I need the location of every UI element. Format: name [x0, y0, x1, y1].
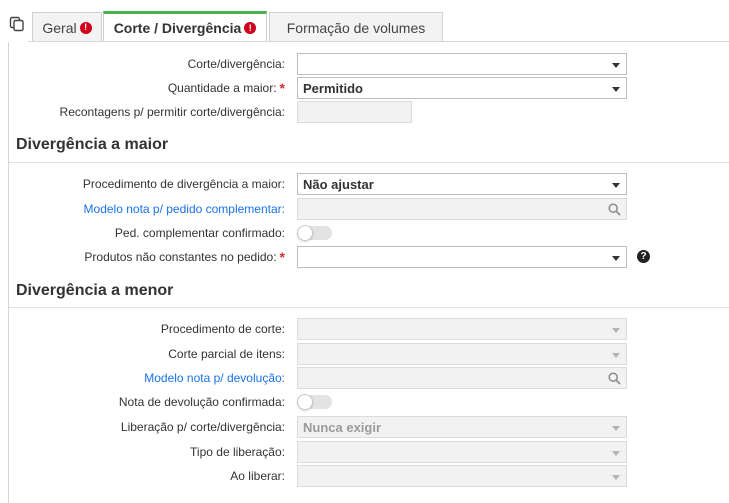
nota-devolucao-toggle[interactable] — [297, 394, 332, 410]
quantidade-maior-label: Quantidade a maior: * — [167, 80, 285, 96]
chevron-down-icon — [612, 63, 620, 68]
procedimento-divergencia-value: Não ajustar — [303, 176, 374, 192]
error-icon: ! — [79, 21, 92, 34]
produtos-nao-constantes-label: Produtos não constantes no pedido: * — [84, 249, 285, 265]
nota-devolucao-confirmada-label: Nota de devolução confirmada: — [118, 395, 285, 409]
tab-formacao-volumes[interactable]: Formação de volumes — [269, 12, 443, 42]
field-ped-complementar-confirmado: Ped. complementar confirmado: — [0, 222, 729, 244]
chevron-down-icon — [612, 475, 620, 480]
field-modelo-nota-complementar: Modelo nota p/ pedido complementar: — [0, 198, 729, 220]
ao-liberar-label: Ao liberar: — [230, 469, 285, 483]
tab-geral-label: Geral — [42, 19, 77, 36]
modelo-nota-devolucao-link[interactable]: Modelo nota p/ devolução: — [144, 367, 285, 389]
field-nota-devolucao-confirmada: Nota de devolução confirmada: — [0, 391, 729, 413]
chevron-down-icon — [612, 451, 620, 456]
recontagens-input[interactable] — [297, 101, 412, 123]
corte-divergencia-select[interactable] — [297, 53, 627, 75]
section-divider — [9, 307, 729, 308]
error-icon: ! — [244, 22, 257, 34]
tab-bar: Geral ! Corte / Divergência ! Formação d… — [0, 0, 729, 43]
liberacao-label: Liberação p/ corte/divergência: — [120, 420, 285, 434]
corte-divergencia-label: Corte/divergência: — [187, 57, 285, 71]
chevron-down-icon — [612, 87, 620, 92]
liberacao-select[interactable]: Nunca exigir — [297, 416, 627, 438]
procedimento-divergencia-select[interactable]: Não ajustar — [297, 173, 627, 195]
tab-divider — [28, 41, 729, 42]
corte-parcial-label: Corte parcial de itens: — [168, 347, 285, 361]
field-modelo-nota-devolucao: Modelo nota p/ devolução: — [0, 367, 729, 389]
modelo-nota-complementar-lookup[interactable] — [297, 198, 627, 220]
quantidade-maior-select[interactable]: Permitido — [297, 77, 627, 99]
required-marker: * — [279, 249, 285, 265]
corte-parcial-select[interactable] — [297, 343, 627, 365]
required-marker: * — [279, 80, 285, 96]
copy-icon[interactable] — [9, 16, 25, 32]
tab-corte-divergencia[interactable]: Corte / Divergência ! — [103, 11, 267, 43]
procedimento-corte-label: Procedimento de corte: — [160, 322, 285, 336]
modelo-nota-complementar-link[interactable]: Modelo nota p/ pedido complementar: — [84, 198, 285, 220]
tipo-liberacao-select[interactable] — [297, 441, 627, 463]
field-procedimento-divergencia: Procedimento de divergência a maior: Não… — [0, 173, 729, 195]
toggle-knob — [297, 225, 313, 241]
tipo-liberacao-label: Tipo de liberação: — [190, 445, 285, 459]
modelo-nota-devolucao-lookup[interactable] — [297, 367, 627, 389]
field-produtos-nao-constantes: Produtos não constantes no pedido: * ? — [0, 246, 729, 268]
recontagens-label: Recontagens p/ permitir corte/divergênci… — [59, 105, 285, 119]
section-title-divergencia-menor: Divergência a menor — [16, 282, 174, 299]
search-icon[interactable] — [608, 372, 621, 385]
liberacao-value: Nunca exigir — [303, 419, 382, 435]
produtos-nao-constantes-select[interactable] — [297, 246, 627, 268]
field-tipo-liberacao: Tipo de liberação: — [0, 441, 729, 463]
tab-corte-divergencia-label: Corte / Divergência — [113, 20, 242, 36]
section-divider — [9, 162, 729, 163]
tab-geral[interactable]: Geral ! — [32, 12, 102, 42]
chevron-down-icon — [612, 183, 620, 188]
quantidade-maior-value: Permitido — [303, 80, 363, 96]
field-recontagens: Recontagens p/ permitir corte/divergênci… — [0, 101, 729, 123]
field-liberacao: Liberação p/ corte/divergência: Nunca ex… — [0, 416, 729, 438]
tab-formacao-volumes-label: Formação de volumes — [286, 19, 426, 36]
ped-complementar-toggle[interactable] — [297, 225, 332, 241]
section-title-divergencia-maior: Divergência a maior — [16, 136, 169, 153]
chevron-down-icon — [612, 353, 620, 358]
chevron-down-icon — [612, 426, 620, 431]
field-procedimento-corte: Procedimento de corte: — [0, 318, 729, 340]
chevron-down-icon — [612, 256, 620, 261]
field-ao-liberar: Ao liberar: — [0, 465, 729, 487]
help-icon[interactable]: ? — [637, 250, 650, 263]
ped-complementar-label: Ped. complementar confirmado: — [114, 226, 285, 240]
field-corte-divergencia: Corte/divergência: — [0, 53, 729, 75]
chevron-down-icon — [612, 328, 620, 333]
field-corte-parcial: Corte parcial de itens: — [0, 343, 729, 365]
ao-liberar-select[interactable] — [297, 465, 627, 487]
procedimento-corte-select[interactable] — [297, 318, 627, 340]
toggle-knob — [297, 394, 313, 410]
field-quantidade-maior: Quantidade a maior: * Permitido — [0, 77, 729, 99]
search-icon[interactable] — [608, 203, 621, 216]
procedimento-divergencia-label: Procedimento de divergência a maior: — [82, 177, 285, 191]
